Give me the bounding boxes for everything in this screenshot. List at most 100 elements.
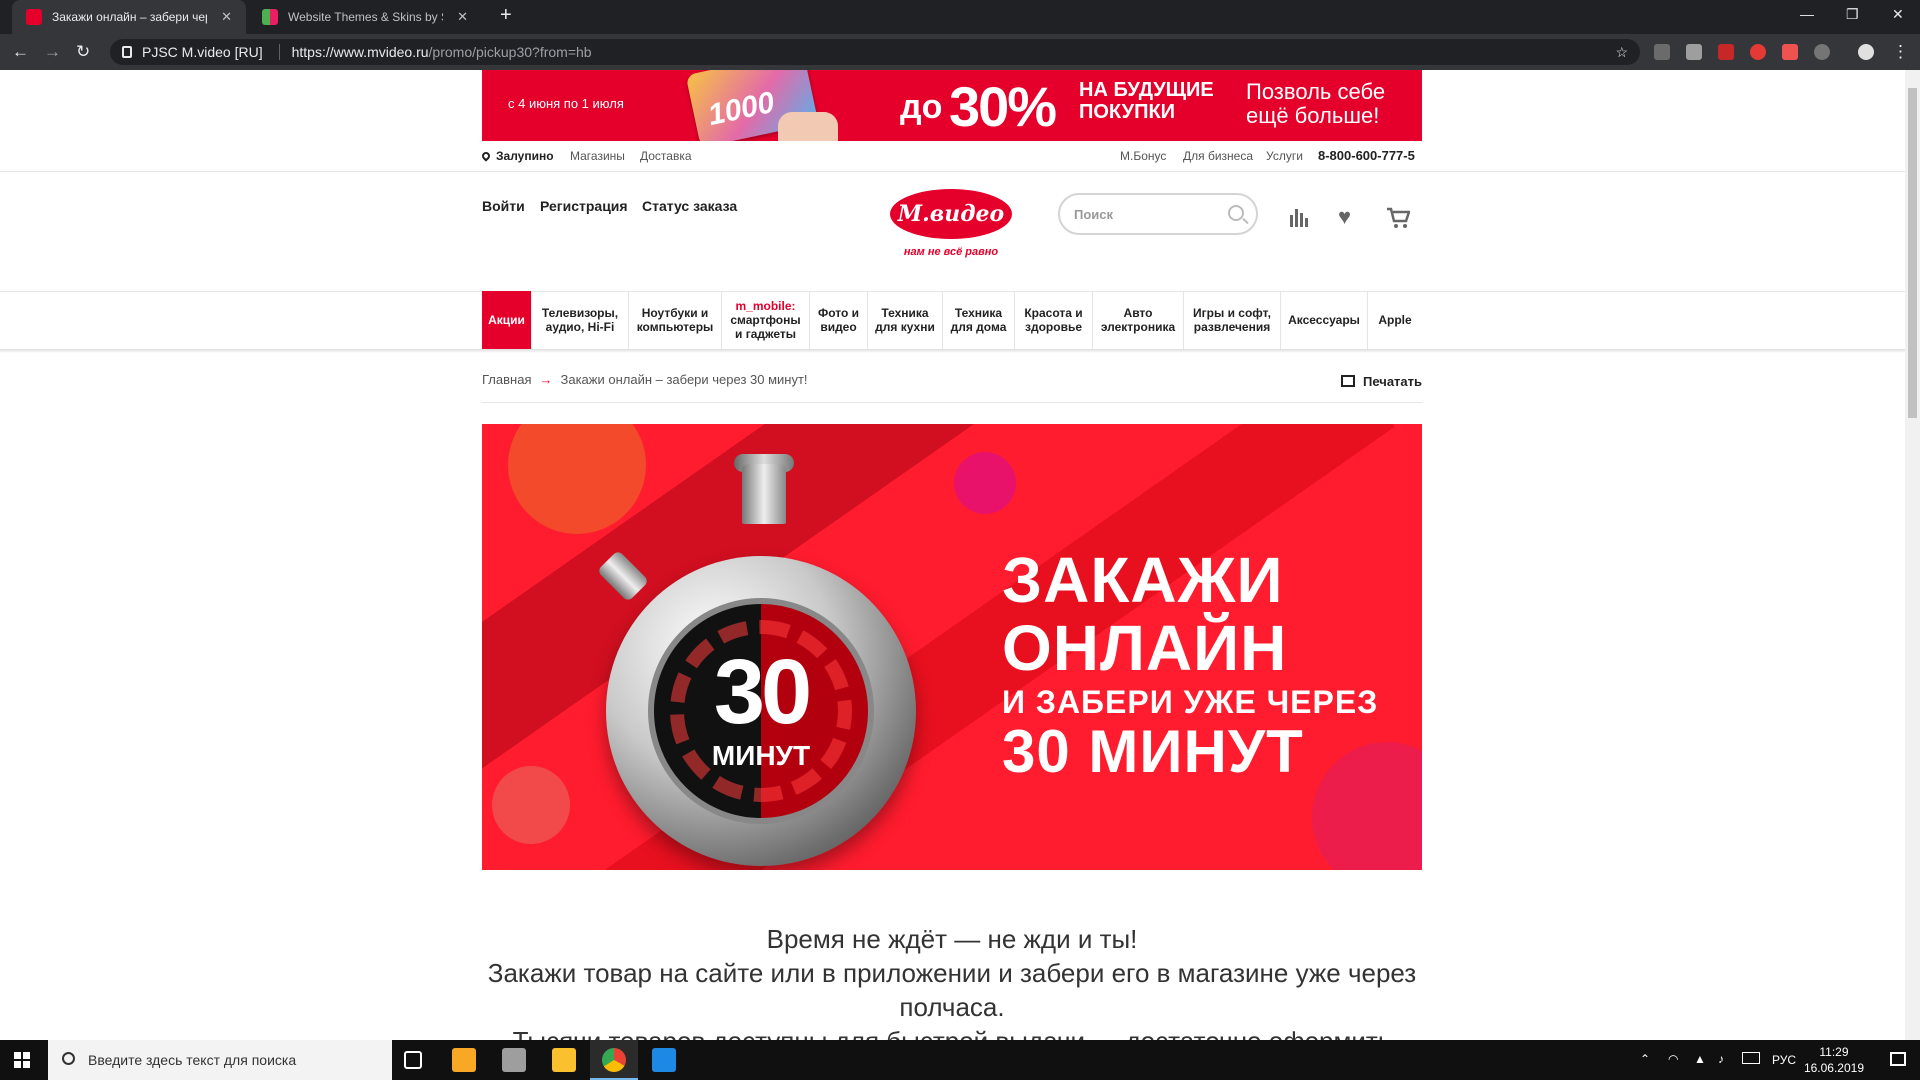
app-icon[interactable] xyxy=(652,1048,676,1072)
breadcrumb-home[interactable]: Главная xyxy=(482,372,531,387)
cart-icon[interactable] xyxy=(1386,207,1411,228)
stores-link[interactable]: Магазины xyxy=(570,149,625,163)
back-arrow-icon[interactable]: ← xyxy=(12,42,29,62)
restore-icon[interactable]: ❐ xyxy=(1846,6,1859,23)
search-icon[interactable] xyxy=(1228,205,1244,221)
windows-start-icon[interactable] xyxy=(14,1052,30,1068)
reload-icon[interactable]: ↻ xyxy=(76,42,90,62)
hand-image xyxy=(778,112,838,141)
mvideo-logo[interactable]: М.видео xyxy=(890,189,1012,239)
extension-light-icon[interactable] xyxy=(1814,44,1830,60)
site-identity[interactable]: PJSC M.video [RU] xyxy=(142,44,263,60)
breadcrumb-arrow-icon: → xyxy=(539,372,553,387)
site-header: Войти Регистрация Статус заказа М.видео … xyxy=(482,169,1422,291)
nav-item-label: Телевизоры, аудио, Hi-Fi xyxy=(541,306,619,334)
nav-item-auto[interactable]: Авто электроника xyxy=(1093,291,1184,349)
extension-ublock-icon[interactable] xyxy=(1654,44,1670,60)
page-scrollbar[interactable] xyxy=(1905,70,1920,1040)
bookmark-star-icon[interactable]: ☆ xyxy=(1615,44,1628,61)
nav-item-photo[interactable]: Фото и видео xyxy=(810,291,868,349)
hero-heading-line3: И ЗАБЕРИ УЖЕ ЧЕРЕЗ xyxy=(1002,684,1379,720)
logo-tagline: нам не всё равно xyxy=(903,246,999,258)
intro-text: Время не ждёт — не жди и ты! Закажи това… xyxy=(482,922,1422,1040)
nav-item-laptops[interactable]: Ноутбуки и компьютеры xyxy=(629,291,722,349)
taskbar-clock[interactable]: 11:29 16.06.2019 xyxy=(1804,1044,1864,1076)
calculator-icon[interactable] xyxy=(502,1048,526,1072)
close-window-icon[interactable]: ✕ xyxy=(1892,6,1904,23)
nav-item-accessories[interactable]: Аксессуары xyxy=(1281,291,1368,349)
breadcrumb-current: Закажи онлайн – забери через 30 минут! xyxy=(560,372,808,387)
printer-icon xyxy=(1341,375,1356,387)
network-icon[interactable]: ▲ xyxy=(1694,1052,1706,1066)
scrollbar-thumb[interactable] xyxy=(1908,88,1917,418)
menu-kebab-icon[interactable]: ⋮ xyxy=(1892,42,1909,62)
nav-item-sales[interactable]: Акции xyxy=(482,291,532,349)
language-indicator[interactable]: РУС xyxy=(1772,1053,1796,1067)
keyboard-icon[interactable] xyxy=(1742,1052,1760,1064)
tab-mvideo[interactable]: Закажи онлайн – забери через ✕ xyxy=(12,0,246,34)
nav-item-tv[interactable]: Телевизоры, аудио, Hi-Fi xyxy=(532,291,629,349)
city-name[interactable]: Залупино xyxy=(496,149,554,163)
nav-item-home[interactable]: Техника для дома xyxy=(943,291,1015,349)
new-tab-plus-icon[interactable]: + xyxy=(500,4,512,27)
nav-item-games[interactable]: Игры и софт, развлечения xyxy=(1184,291,1281,349)
order-status-link[interactable]: Статус заказа xyxy=(642,198,737,214)
register-link[interactable]: Регистрация xyxy=(540,198,628,214)
print-button[interactable]: Печатать xyxy=(1341,374,1422,389)
volume-icon[interactable]: ♪ xyxy=(1718,1052,1724,1066)
nav-item-label: Аксессуары xyxy=(1288,313,1360,327)
lock-icon[interactable] xyxy=(122,46,132,58)
browser-toolbar: ← → ↻ PJSC M.video [RU] https://www.mvid… xyxy=(0,34,1920,70)
promo-banner[interactable]: с 4 июня по 1 июля 1000 до 30% НА БУДУЩИ… xyxy=(482,70,1422,141)
business-link[interactable]: Для бизнеса xyxy=(1183,149,1253,163)
nav-item-label: Акции xyxy=(488,313,525,327)
extension-chart-icon[interactable] xyxy=(1718,44,1734,60)
task-view-icon[interactable] xyxy=(404,1051,422,1069)
forward-arrow-icon[interactable]: → xyxy=(44,42,61,62)
tab-stylish[interactable]: Website Themes & Skins by Style ✕ xyxy=(248,0,482,34)
nav-item-label: Ноутбуки и компьютеры xyxy=(636,306,714,334)
chrome-icon[interactable] xyxy=(602,1048,626,1072)
close-tab-icon[interactable]: ✕ xyxy=(221,9,232,25)
nav-item-apple[interactable]: Apple xyxy=(1368,291,1422,349)
taskbar-search-input[interactable]: Введите здесь текст для поиска xyxy=(48,1040,392,1080)
favorites-heart-icon[interactable]: ♥ xyxy=(1338,206,1360,228)
store-icon[interactable] xyxy=(452,1048,476,1072)
nav-item-label: Игры и софт, развлечения xyxy=(1193,306,1271,334)
decor-circle xyxy=(954,452,1016,514)
omnibox-divider xyxy=(278,44,280,60)
extension-stylish-icon[interactable] xyxy=(1686,44,1702,60)
category-nav: Акции Телевизоры, аудио, Hi-Fi Ноутбуки … xyxy=(482,291,1422,349)
search-icon xyxy=(62,1052,75,1065)
address-bar[interactable]: PJSC M.video [RU] https://www.mvideo.ru … xyxy=(110,39,1640,65)
url-path[interactable]: /promo/pickup30?from=hb xyxy=(429,44,592,60)
nav-item-kitchen[interactable]: Техника для кухни xyxy=(868,291,943,349)
nav-item-beauty[interactable]: Красота и здоровье xyxy=(1015,291,1093,349)
tray-chevron-icon[interactable]: ⌃ xyxy=(1640,1052,1650,1066)
wifi-icon[interactable]: ◠ xyxy=(1668,1052,1678,1066)
notifications-icon[interactable] xyxy=(1890,1052,1906,1066)
url-host[interactable]: https://www.mvideo.ru xyxy=(292,44,429,60)
stopwatch-image: 30 МИНУТ xyxy=(606,556,916,866)
profile-avatar-icon[interactable] xyxy=(1858,44,1874,60)
stopwatch-face: 30 МИНУТ xyxy=(648,598,874,824)
intro-line: Время не ждёт — не жди и ты! xyxy=(766,924,1138,954)
extension-arrow-icon[interactable] xyxy=(1782,44,1798,60)
nav-item-brand: m_mobile: xyxy=(735,299,796,313)
extension-play-icon[interactable] xyxy=(1750,44,1766,60)
stopwatch-stem xyxy=(742,464,786,524)
compare-icon[interactable] xyxy=(1288,207,1310,227)
card-value: 1000 xyxy=(705,85,778,133)
location-pin-icon xyxy=(480,150,492,162)
services-link[interactable]: Услуги xyxy=(1266,149,1303,163)
phone-number[interactable]: 8-800-600-777-5 xyxy=(1318,148,1415,163)
city-selector[interactable]: Залупино xyxy=(480,149,554,163)
file-explorer-icon[interactable] xyxy=(552,1048,576,1072)
delivery-link[interactable]: Доставка xyxy=(640,149,692,163)
nav-item-mobile[interactable]: m_mobile: смартфоны и гаджеты xyxy=(722,291,810,349)
bonus-link[interactable]: М.Бонус xyxy=(1120,149,1166,163)
login-link[interactable]: Войти xyxy=(482,198,525,214)
close-tab-icon[interactable]: ✕ xyxy=(457,9,468,25)
search-input[interactable]: Поиск xyxy=(1058,193,1258,235)
minimize-icon[interactable]: — xyxy=(1800,6,1814,22)
